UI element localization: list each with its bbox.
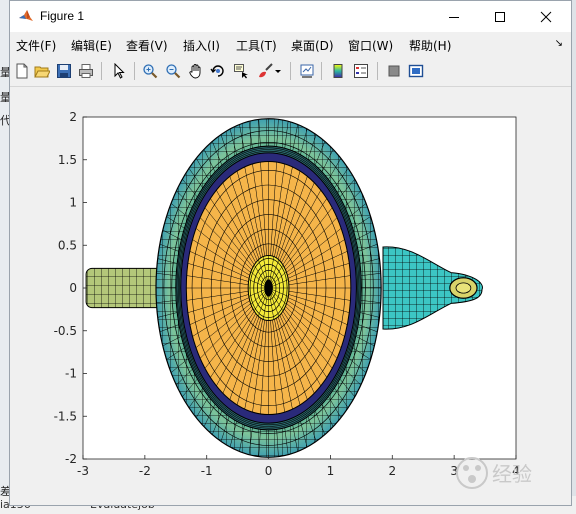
x-tick-label: 2 — [388, 464, 396, 478]
brush-button[interactable] — [255, 61, 275, 81]
brush-icon — [259, 63, 273, 78]
title-bar: Figure 1 — [10, 1, 571, 32]
hide-plot-tools-button[interactable] — [384, 61, 404, 81]
menu-tools[interactable]: 工具(T) — [236, 37, 277, 54]
insert-colorbar-button[interactable] — [328, 61, 348, 81]
close-button[interactable] — [523, 1, 569, 32]
print-button[interactable] — [76, 61, 96, 81]
rotate-3d-icon — [210, 65, 224, 77]
y-tick-label: -0.5 — [54, 324, 77, 338]
x-tick-label: 1 — [327, 464, 335, 478]
y-tick-label: 0 — [69, 281, 77, 295]
save-button[interactable] — [54, 61, 74, 81]
data-cursor-icon — [234, 64, 248, 79]
new-figure-icon — [16, 63, 28, 79]
print-icon — [79, 64, 93, 78]
hide-plot-tools-icon — [388, 65, 400, 77]
y-tick-label: 1 — [69, 196, 77, 210]
minimize-button[interactable] — [431, 1, 477, 32]
legend-icon — [354, 64, 368, 78]
minimize-icon — [449, 16, 459, 18]
open-file-icon — [34, 66, 50, 78]
x-tick-label: -2 — [139, 464, 151, 478]
show-plot-tools-button[interactable] — [406, 61, 426, 81]
y-tick-label: -2 — [65, 452, 77, 466]
menu-help[interactable]: 帮助(H) — [409, 37, 451, 54]
menu-window[interactable]: 窗口(W) — [348, 37, 393, 54]
y-tick-label: -1.5 — [54, 409, 77, 423]
knob-center — [264, 279, 273, 297]
watermark-text: 经验 — [492, 462, 532, 486]
x-tick-label: -1 — [201, 464, 213, 478]
y-tick-label: 2 — [69, 110, 77, 124]
edit-plot-button[interactable] — [109, 61, 129, 81]
menu-edit[interactable]: 编辑(E) — [71, 37, 112, 54]
menu-insert[interactable]: 插入(I) — [183, 37, 220, 54]
link-plot-button[interactable] — [297, 61, 317, 81]
pan-hand-icon — [189, 64, 201, 79]
close-icon — [540, 11, 552, 22]
toolbar-separator — [321, 62, 322, 80]
dock-arrow-icon[interactable]: ↘ — [555, 38, 563, 49]
menu-file[interactable]: 文件(F) — [16, 37, 56, 54]
brush-dropdown-icon — [275, 70, 281, 73]
data-cursor-button[interactable] — [231, 61, 251, 81]
figure-canvas: -3 -2 -1 0 1 2 3 4 2 1.5 1 0.5 0 -0.5 -1 -1.5 -2 — [10, 87, 571, 505]
window-title: Figure 1 — [40, 9, 85, 23]
teapot-spout-opening — [455, 282, 472, 294]
menu-bar: 文件(F) 编辑(E) 查看(V) 插入(I) 工具(T) 桌面(D) 窗口(W… — [10, 32, 571, 56]
pan-button[interactable] — [186, 61, 206, 81]
zoom-in-button[interactable] — [140, 61, 160, 81]
plot-axes[interactable]: -3 -2 -1 0 1 2 3 421.510.50-0.5-1-1.5-2 — [10, 87, 571, 505]
y-tick-label: 1.5 — [58, 153, 77, 167]
link-plot-icon — [300, 64, 314, 78]
save-icon — [57, 64, 71, 78]
figure-toolbar — [10, 56, 571, 87]
matlab-logo-icon — [19, 10, 33, 21]
y-tick-label: -1 — [65, 367, 77, 381]
show-plot-tools-icon — [408, 64, 424, 78]
rotate-3d-button[interactable] — [208, 61, 228, 81]
toolbar-separator — [290, 62, 291, 80]
x-tick-label: 0 — [265, 464, 273, 478]
colorbar-icon — [333, 64, 343, 78]
toolbar-separator — [377, 62, 378, 80]
zoom-out-icon — [166, 64, 181, 79]
maximize-button[interactable] — [477, 1, 523, 32]
menu-view[interactable]: 查看(V) — [126, 37, 168, 54]
zoom-in-icon — [143, 64, 158, 79]
edit-plot-arrow-icon — [114, 63, 125, 79]
maximize-icon — [495, 11, 505, 22]
toolbar-separator — [134, 62, 135, 80]
zoom-out-button[interactable] — [163, 61, 183, 81]
brush-dropdown-button[interactable] — [273, 61, 283, 81]
insert-legend-button[interactable] — [351, 61, 371, 81]
new-figure-button[interactable] — [12, 61, 32, 81]
y-tick-label: 0.5 — [58, 238, 77, 252]
toolbar-separator — [101, 62, 102, 80]
x-tick-label: -3 — [77, 464, 89, 478]
figure-window: Figure 1 文件(F) 编辑(E) 查看(V) 插入(I) 工具(T) 桌… — [9, 0, 572, 506]
open-file-button[interactable] — [32, 61, 52, 81]
menu-desktop[interactable]: 桌面(D) — [291, 37, 334, 54]
baidu-jingyan-watermark-logo: 经验 — [456, 457, 532, 489]
